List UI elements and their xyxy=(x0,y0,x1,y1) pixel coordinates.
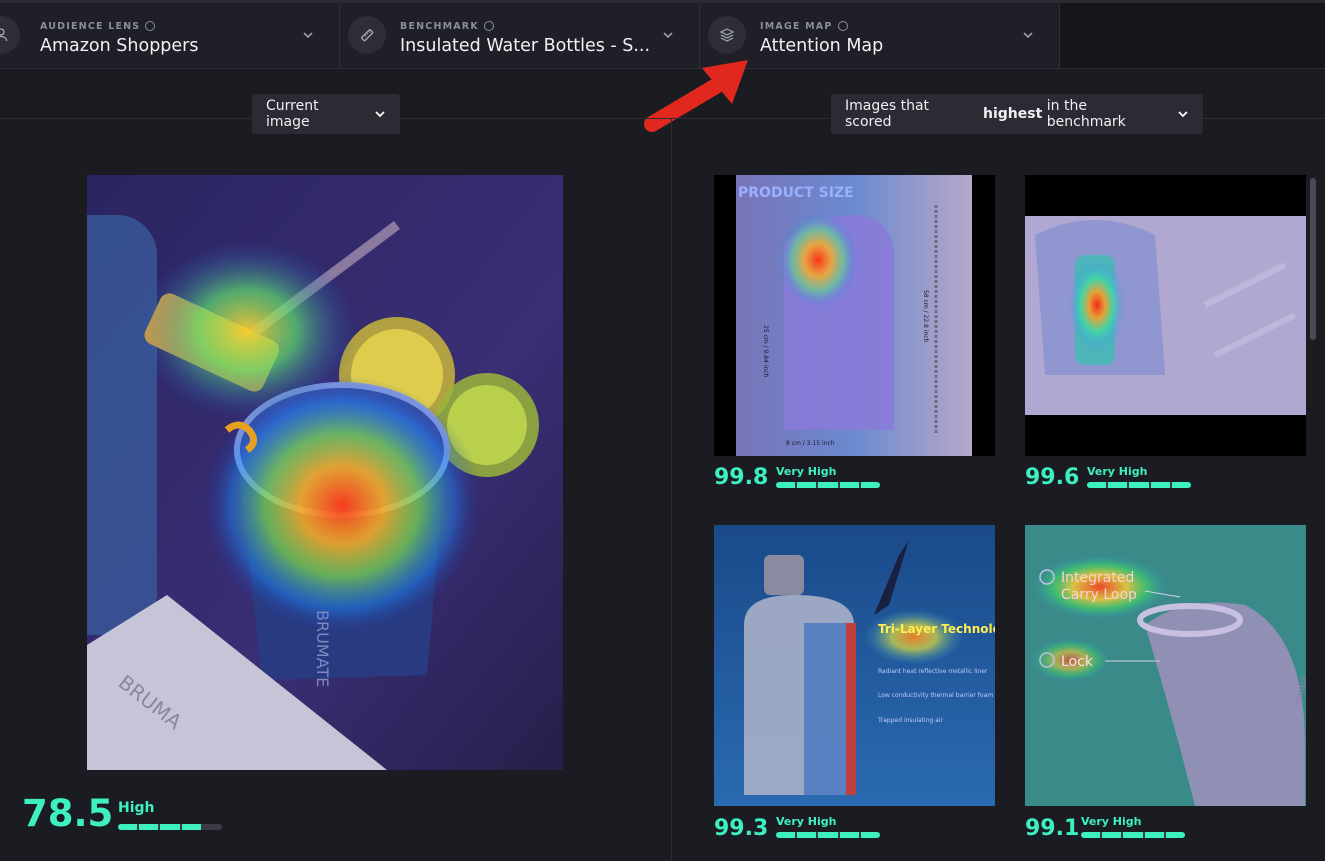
thumb1-score-bar xyxy=(776,482,880,488)
benchmark-value: Insulated Water Bottles - S... xyxy=(400,36,651,56)
current-image-label: Current image xyxy=(266,98,319,130)
current-score-bar xyxy=(118,824,222,830)
thumb1-overlay-title: PRODUCT SIZE xyxy=(738,185,854,201)
image-map-label: IMAGE MAP xyxy=(760,20,848,32)
current-image-attention-map: BRUMATE BRUMA xyxy=(87,175,563,770)
thumb2-score-label: Very High xyxy=(1087,465,1148,478)
thumb4-score-label: Very High xyxy=(1081,815,1142,828)
thumb2-score: 99.6 xyxy=(1025,465,1080,490)
thumb1-dim-width: 8 cm / 3.15 inch xyxy=(786,440,835,447)
benchmark-image-3[interactable]: Tri-Layer Technology Radiant heat reflec… xyxy=(714,525,995,806)
dropdown-suffix: in the benchmark xyxy=(1046,98,1126,130)
thumb1-score-label: Very High xyxy=(776,465,837,478)
column-divider xyxy=(671,118,672,861)
thumb3-line-1: Radiant heat reflective metallic liner xyxy=(878,668,988,675)
chevron-down-icon xyxy=(663,32,673,39)
benchmark-comparison-dropdown[interactable]: Images that scored highest in the benchm… xyxy=(831,94,1203,134)
audience-lens-label: AUDIENCE LENS xyxy=(40,20,156,32)
ruler-icon xyxy=(348,16,386,54)
scrollbar-thumb[interactable] xyxy=(1310,178,1316,340)
image-map-value: Attention Map xyxy=(760,36,884,56)
thumb2-score-bar xyxy=(1087,482,1191,488)
chevron-down-icon xyxy=(375,111,385,118)
thumb3-line-2: Low conductivity thermal barrier foam xyxy=(878,692,993,699)
thumb3-score-label: Very High xyxy=(776,815,837,828)
benchmark-image-4[interactable]: Integrated Carry Loop Lock owala xyxy=(1025,525,1306,806)
thumb3-line-3: Trapped insulating air xyxy=(877,717,944,724)
divider-left-a xyxy=(0,118,252,119)
thumb1-dim-height: 25 cm / 9.84 inch xyxy=(762,325,769,378)
benchmark-label: BENCHMARK xyxy=(400,20,494,32)
thumb3-score-bar xyxy=(776,832,880,838)
current-score-label: High xyxy=(118,800,155,816)
dropdown-bold: highest xyxy=(983,106,1043,122)
thumb3-overlay-title: Tri-Layer Technology xyxy=(878,622,995,636)
annotation-arrow xyxy=(644,60,748,132)
thumb1-score: 99.8 xyxy=(714,465,769,490)
current-image-dropdown[interactable]: Current image xyxy=(252,94,400,134)
audience-lens-value: Amazon Shoppers xyxy=(40,36,199,56)
benchmark-image-2[interactable] xyxy=(1025,175,1306,456)
audience-lens-dropdown[interactable]: AUDIENCE LENS Amazon Shoppers xyxy=(0,3,340,68)
layers-icon xyxy=(708,16,746,54)
thumb3-score: 99.3 xyxy=(714,816,769,841)
thumb4-score: 99.1 xyxy=(1025,816,1080,841)
current-score: 78.5 xyxy=(22,792,114,835)
image-map-dropdown[interactable]: IMAGE MAP Attention Map xyxy=(700,3,1060,68)
thumb4-score-bar xyxy=(1081,832,1185,838)
divider-right xyxy=(1203,118,1325,119)
chevron-down-icon xyxy=(1023,32,1033,39)
dropdown-prefix: Images that scored xyxy=(845,98,930,130)
thumb4-label-lock: Lock xyxy=(1061,654,1094,670)
benchmark-image-1[interactable]: PRODUCT SIZE 25 cm / 9.84 inch 58 cm / 2… xyxy=(714,175,995,456)
thumb4-label-carry: Integrated Carry Loop xyxy=(1061,570,1137,603)
person-icon xyxy=(0,16,20,54)
chevron-down-icon xyxy=(1178,111,1188,118)
divider-center xyxy=(400,118,830,119)
thumb1-dim-strap: 58 cm / 22.8 inch xyxy=(922,290,929,343)
chevron-down-icon xyxy=(303,32,313,39)
brand-text-tumbler: BRUMATE xyxy=(313,610,332,687)
